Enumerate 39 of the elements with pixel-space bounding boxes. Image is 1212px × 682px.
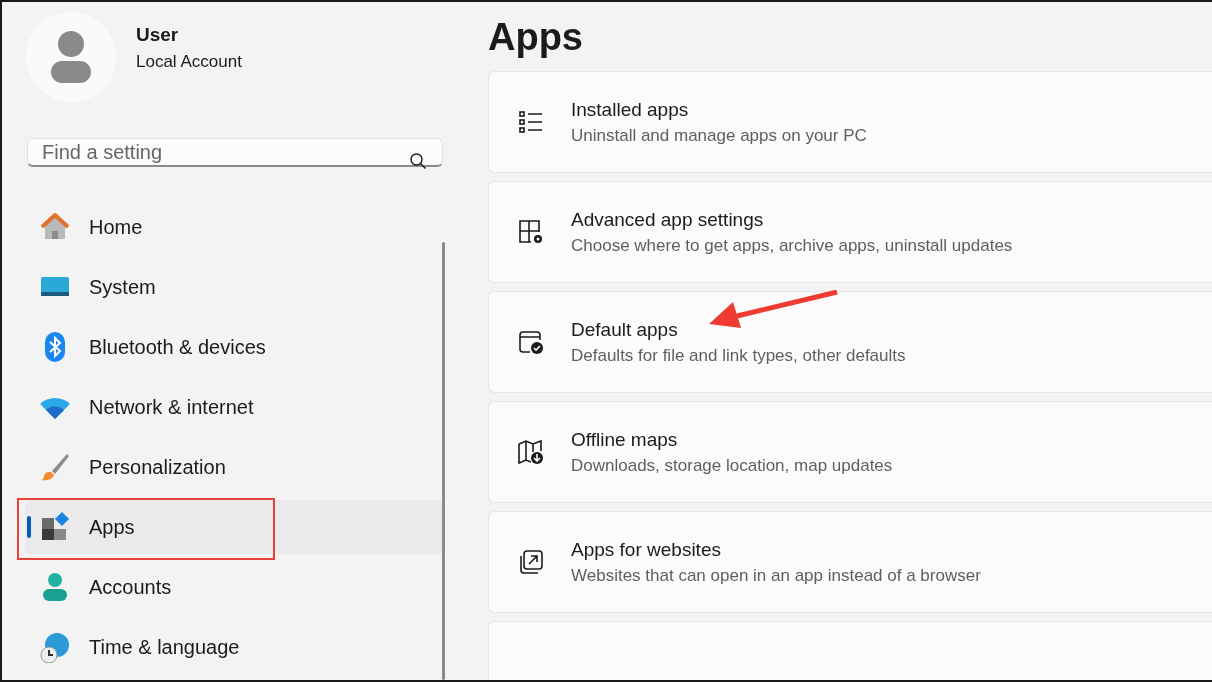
apps-icon	[39, 511, 71, 543]
card-title: Installed apps	[571, 98, 690, 121]
selection-indicator	[27, 516, 31, 538]
settings-card[interactable]: Installed apps Uninstall and manage apps on your PC	[488, 71, 1212, 173]
nav-item[interactable]: Home	[25, 200, 444, 254]
open-external-icon	[517, 548, 545, 576]
card-title: Offline maps	[571, 428, 679, 451]
nav-item[interactable]: Bluetooth & devices	[25, 320, 444, 374]
card-title: Advanced app settings	[571, 208, 765, 231]
settings-card[interactable]: Advanced app settings Choose where to get apps, archive apps, uninstall updates	[488, 181, 1212, 283]
search-field[interactable]: Find a setting	[27, 138, 443, 167]
user-name: User	[136, 24, 180, 46]
nav-item[interactable]: System	[25, 260, 444, 314]
card-description: Uninstall and manage apps on your PC	[571, 125, 867, 146]
scrollbar[interactable]	[442, 242, 445, 680]
nav-item[interactable]: Network & internet	[25, 380, 444, 434]
settings-card[interactable]: Apps for websites Websites that can open in an app instead of a browser	[488, 511, 1212, 613]
card-description: Defaults for file and link types, other defaults	[571, 345, 906, 366]
settings-card[interactable]: Offline maps Downloads, storage location, map updates	[488, 401, 1212, 503]
card-title: Default apps	[571, 318, 679, 341]
card-description: Downloads, storage location, map updates	[571, 455, 893, 476]
nav-item[interactable]: Time & language	[25, 620, 444, 674]
settings-card[interactable]: Default apps Defaults for file and link types, other defaults	[488, 291, 1212, 393]
grid-gear-icon	[517, 218, 545, 246]
card-title: Apps for websites	[571, 538, 722, 561]
paintbrush-icon	[39, 451, 71, 483]
card-description: Choose where to get apps, archive apps, uninstall updates	[571, 235, 1013, 256]
nav-item[interactable]: Accounts	[25, 560, 444, 614]
search-icon	[409, 152, 427, 170]
nav-item[interactable]: Personalization	[25, 440, 444, 494]
nav-item[interactable]: Apps	[25, 500, 444, 554]
map-download-icon	[517, 438, 545, 466]
list-icon	[517, 108, 545, 136]
card-description: Websites that can open in an app instead of a browser	[571, 565, 981, 586]
person-silhouette-icon	[51, 31, 91, 83]
globe-clock-icon	[39, 631, 71, 663]
page-title: Apps	[488, 16, 584, 59]
window-check-icon	[517, 328, 545, 356]
account-type: Local Account	[136, 52, 242, 72]
